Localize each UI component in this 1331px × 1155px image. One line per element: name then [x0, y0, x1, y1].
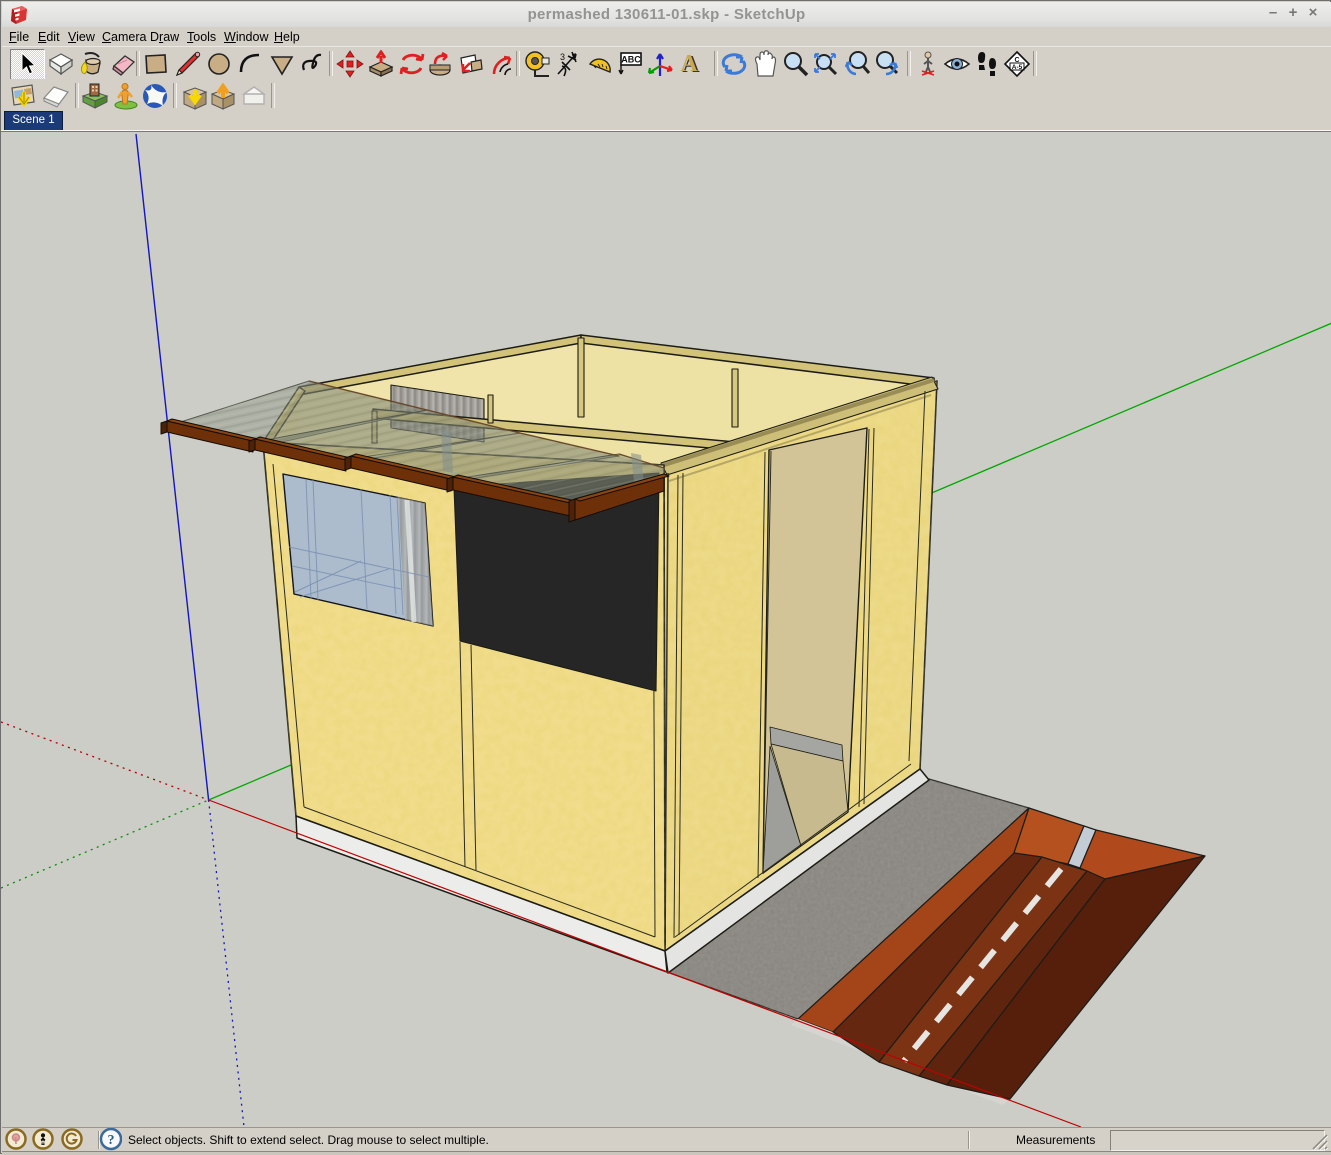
svg-text:3: 3	[560, 52, 565, 62]
svg-text:?: ?	[108, 1133, 115, 1148]
svg-text:A: A	[680, 51, 698, 77]
svg-text:ABC: ABC	[621, 55, 641, 65]
svg-text:A-5: A-5	[1012, 64, 1023, 71]
